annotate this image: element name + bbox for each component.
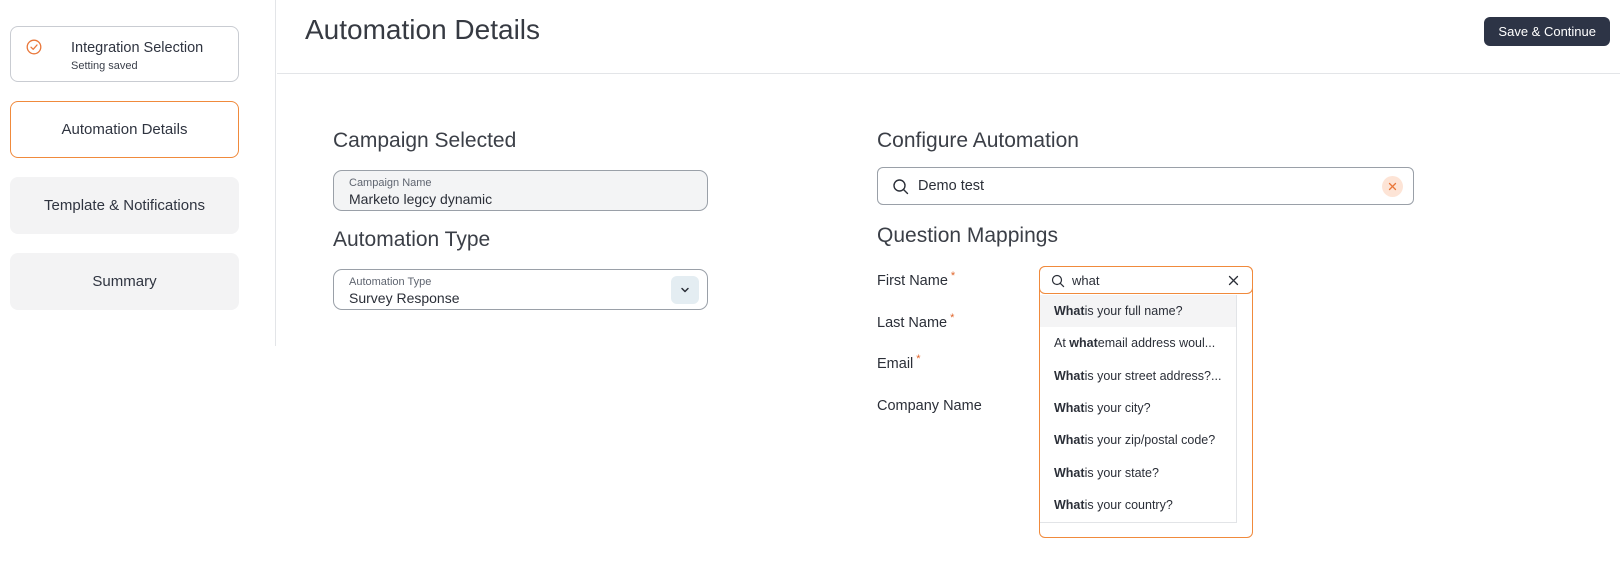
search-icon — [1051, 274, 1065, 288]
step-label: Integration Selection — [71, 40, 204, 56]
step-integration-selection[interactable]: Integration Selection Setting saved — [10, 26, 239, 82]
step-summary[interactable]: Summary — [10, 253, 239, 310]
option-email-address[interactable]: At what email address woul... — [1040, 327, 1236, 359]
check-circle-icon — [26, 39, 42, 55]
step-label: Summary — [92, 273, 157, 290]
option-text: is your state? — [1084, 465, 1159, 480]
option-prefix: At — [1054, 336, 1070, 351]
mapping-label-last-name: Last Name * — [877, 312, 954, 331]
option-country[interactable]: What is your country? — [1040, 489, 1236, 521]
search-value: what — [1072, 273, 1100, 288]
step-automation-details[interactable]: Automation Details — [10, 101, 239, 158]
search-icon — [893, 179, 909, 195]
question-options-list: What is your full name? At what email ad… — [1040, 295, 1237, 523]
mapping-label-text: First Name — [877, 272, 948, 289]
mapping-label-company-name: Company Name — [877, 395, 985, 414]
automation-search-input[interactable]: Demo test — [877, 167, 1414, 205]
step-template-notifications[interactable]: Template & Notifications — [10, 177, 239, 234]
campaign-name-field: Campaign Name Marketo legcy dynamic — [333, 170, 708, 211]
page-title: Automation Details — [305, 14, 541, 45]
automation-type-select[interactable]: Automation Type Survey Response — [333, 269, 708, 310]
option-state[interactable]: What is your state? — [1040, 456, 1236, 488]
option-match: What — [1054, 433, 1085, 448]
chevron-down-icon[interactable] — [671, 276, 699, 304]
required-marker: * — [950, 312, 955, 324]
option-text: is your city? — [1084, 401, 1151, 416]
option-match: What — [1054, 401, 1085, 416]
automation-type-section-title: Automation Type — [333, 228, 491, 251]
field-value: Marketo legcy dynamic — [349, 191, 493, 207]
option-text: is your street address?... — [1084, 368, 1222, 383]
mapping-label-first-name: First Name * — [877, 270, 955, 289]
option-match: What — [1054, 465, 1085, 480]
option-match: What — [1054, 368, 1085, 383]
search-value: Demo test — [918, 178, 985, 194]
step-label: Automation Details — [61, 121, 188, 138]
configure-section-title: Configure Automation — [877, 129, 1079, 152]
option-text: is your full name? — [1084, 304, 1183, 319]
option-zip-code[interactable]: What is your zip/postal code? — [1040, 424, 1236, 456]
page-header: Automation Details Save & Continue — [277, 0, 1620, 74]
field-value: Survey Response — [349, 290, 460, 306]
option-full-name[interactable]: What is your full name? — [1040, 295, 1236, 328]
option-text: is your zip/postal code? — [1084, 433, 1216, 448]
mapping-label-text: Email — [877, 355, 914, 372]
clear-icon[interactable] — [1382, 176, 1403, 197]
sidebar: Integration Selection Setting saved Auto… — [0, 0, 276, 346]
save-continue-button[interactable]: Save & Continue — [1484, 17, 1610, 46]
field-label: Automation Type — [349, 276, 432, 288]
required-marker: * — [916, 353, 921, 365]
option-text: email address woul... — [1097, 336, 1216, 351]
step-status: Setting saved — [71, 60, 138, 72]
step-label: Template & Notifications — [44, 197, 205, 214]
mapping-label-text: Company Name — [877, 397, 982, 414]
required-marker: * — [950, 270, 956, 282]
field-label: Campaign Name — [349, 177, 432, 189]
option-match: what — [1069, 336, 1098, 351]
option-match: What — [1054, 497, 1085, 512]
option-street-address[interactable]: What is your street address?... — [1040, 360, 1236, 392]
option-city[interactable]: What is your city? — [1040, 392, 1236, 424]
option-match: What — [1054, 304, 1085, 319]
mapping-label-text: Last Name — [877, 314, 948, 331]
campaign-section-title: Campaign Selected — [333, 129, 517, 152]
mapping-label-email: Email * — [877, 353, 921, 372]
question-search-input[interactable]: what — [1039, 266, 1253, 294]
option-text: is your country? — [1084, 497, 1173, 512]
question-mappings-title: Question Mappings — [877, 224, 1058, 247]
close-icon[interactable] — [1228, 275, 1239, 286]
